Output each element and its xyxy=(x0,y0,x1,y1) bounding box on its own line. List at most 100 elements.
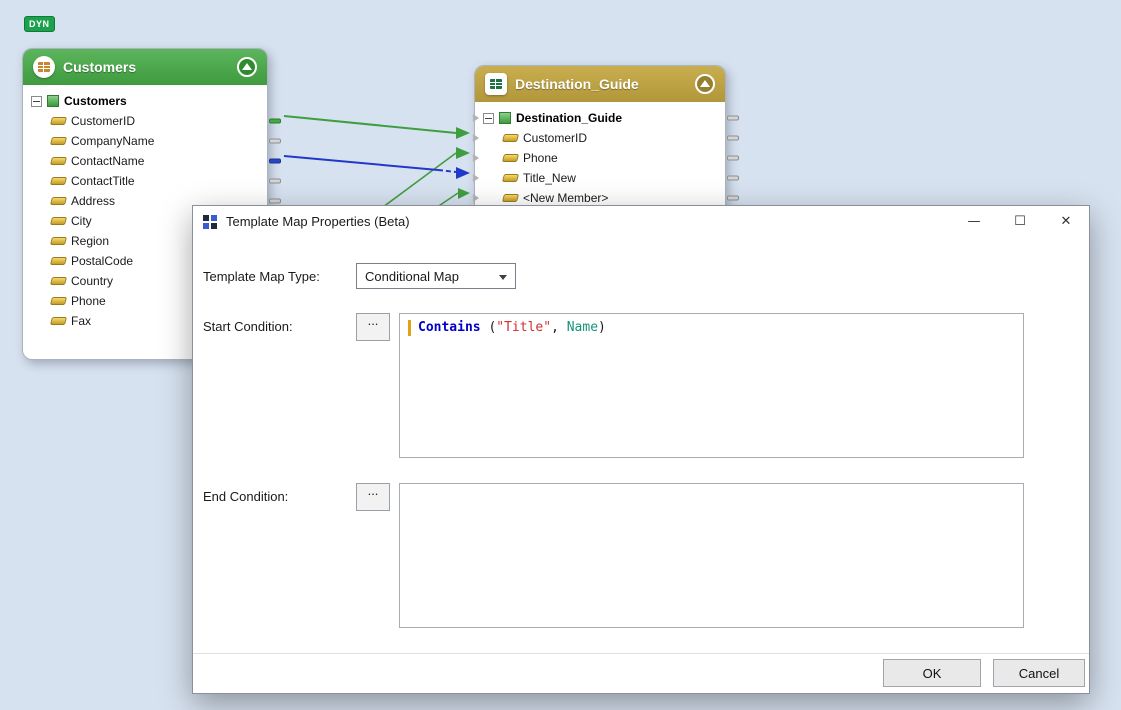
connection-titlenew-dash xyxy=(438,170,456,172)
input-port-icon xyxy=(473,134,479,142)
member-icon xyxy=(50,157,67,165)
root-node-icon xyxy=(47,95,59,107)
start-condition-editor[interactable]: Contains ("Title", Name) xyxy=(399,313,1024,458)
footer-divider xyxy=(193,653,1089,654)
code-expression: Contains ("Title", Name) xyxy=(418,320,606,335)
triangle-up-icon xyxy=(700,80,710,87)
end-condition-browse-button[interactable]: ... xyxy=(356,483,390,511)
input-port-icon xyxy=(473,154,479,162)
root-label: Customers xyxy=(64,94,127,108)
end-condition-editor[interactable] xyxy=(399,483,1024,628)
dyn-badge: DYN xyxy=(24,16,55,32)
mapping-canvas: DYN Customers Customers CustomerID Compa… xyxy=(0,0,1121,710)
connector-stub[interactable] xyxy=(727,196,739,201)
connector-stub[interactable] xyxy=(269,199,281,204)
start-condition-browse-button[interactable]: ... xyxy=(356,313,390,341)
connector-stub[interactable] xyxy=(269,139,281,144)
connector-stub[interactable] xyxy=(269,179,281,184)
member-label: Title_New xyxy=(523,171,576,185)
chevron-down-icon xyxy=(499,275,507,280)
tree-member-row[interactable]: Phone xyxy=(483,148,725,168)
connector-stub[interactable] xyxy=(269,119,281,124)
tree-member-row[interactable]: ContactTitle xyxy=(31,171,267,191)
member-label: City xyxy=(71,214,92,228)
member-label: Region xyxy=(71,234,109,248)
code-punct: , xyxy=(551,320,567,335)
template-map-properties-dialog: Template Map Properties (Beta) — ☐ ✕ Tem… xyxy=(192,205,1090,694)
member-icon xyxy=(50,177,67,185)
triangle-up-icon xyxy=(242,63,252,70)
source-panel-title: Customers xyxy=(63,59,136,75)
end-condition-label: End Condition: xyxy=(203,489,288,504)
arrowhead-icon xyxy=(458,188,470,199)
cancel-button[interactable]: Cancel xyxy=(993,659,1085,687)
code-string: "Title" xyxy=(496,320,551,335)
member-label: <New Member> xyxy=(523,191,608,205)
code-identifier: Name xyxy=(567,320,598,335)
arrowhead-icon xyxy=(456,127,470,139)
member-label: Fax xyxy=(71,314,91,328)
connector-stub[interactable] xyxy=(727,176,739,181)
collapse-toggle-icon[interactable] xyxy=(31,96,42,107)
connector-stub[interactable] xyxy=(269,159,281,164)
connector-stub[interactable] xyxy=(727,156,739,161)
tree-member-row[interactable]: CustomerID xyxy=(483,128,725,148)
tree-member-row[interactable]: CompanyName xyxy=(31,131,267,151)
input-port-icon xyxy=(473,174,479,182)
member-icon xyxy=(502,174,519,182)
member-icon xyxy=(502,154,519,162)
tree-member-row[interactable]: ContactName xyxy=(31,151,267,171)
tree-member-row[interactable]: CustomerID xyxy=(31,111,267,131)
minimize-button[interactable]: — xyxy=(951,206,997,237)
tree-root-row[interactable]: Customers xyxy=(31,91,267,111)
source-panel-header[interactable]: Customers xyxy=(23,49,267,85)
ok-button[interactable]: OK xyxy=(883,659,981,687)
member-icon xyxy=(50,117,67,125)
member-label: ContactName xyxy=(71,154,144,168)
connector-stub[interactable] xyxy=(727,136,739,141)
dialog-titlebar[interactable]: Template Map Properties (Beta) — ☐ ✕ xyxy=(193,206,1089,237)
tree-root-row[interactable]: Destination_Guide xyxy=(483,108,725,128)
member-icon xyxy=(502,134,519,142)
dialog-title: Template Map Properties (Beta) xyxy=(226,214,951,229)
member-label: Address xyxy=(71,194,115,208)
member-label: CompanyName xyxy=(71,134,154,148)
template-map-type-dropdown[interactable]: Conditional Map xyxy=(356,263,516,289)
arrowhead-icon xyxy=(456,167,470,179)
connection-customerid[interactable] xyxy=(284,116,456,133)
collapse-button[interactable] xyxy=(237,57,257,77)
collapse-button[interactable] xyxy=(695,74,715,94)
template-map-type-label: Template Map Type: xyxy=(203,269,320,284)
table-icon xyxy=(33,56,55,78)
connector-stub[interactable] xyxy=(727,116,739,121)
member-icon xyxy=(50,277,67,285)
collapse-toggle-icon[interactable] xyxy=(483,113,494,124)
member-label: ContactTitle xyxy=(71,174,135,188)
start-condition-label: Start Condition: xyxy=(203,319,293,334)
member-icon xyxy=(50,197,67,205)
member-icon xyxy=(50,317,67,325)
member-label: CustomerID xyxy=(71,114,135,128)
destination-panel-header[interactable]: Destination_Guide xyxy=(475,66,725,102)
connection-titlenew[interactable] xyxy=(284,156,438,170)
code-punct: ) xyxy=(598,320,606,335)
member-icon xyxy=(50,257,67,265)
root-label: Destination_Guide xyxy=(516,111,622,125)
member-icon xyxy=(50,137,67,145)
code-punct: ( xyxy=(481,320,497,335)
close-button[interactable]: ✕ xyxy=(1043,206,1089,237)
tree-member-row[interactable]: Title_New xyxy=(483,168,725,188)
text-cursor xyxy=(408,320,411,336)
member-icon xyxy=(502,194,519,202)
member-label: Phone xyxy=(71,294,106,308)
member-label: CustomerID xyxy=(523,131,587,145)
app-icon xyxy=(203,215,217,229)
code-keyword: Contains xyxy=(418,320,481,335)
destination-panel-title: Destination_Guide xyxy=(515,76,639,92)
arrowhead-icon xyxy=(456,147,470,159)
member-label: Phone xyxy=(523,151,558,165)
maximize-button[interactable]: ☐ xyxy=(997,206,1043,237)
input-port-icon xyxy=(473,194,479,202)
member-icon xyxy=(50,237,67,245)
input-port-icon xyxy=(473,114,479,122)
